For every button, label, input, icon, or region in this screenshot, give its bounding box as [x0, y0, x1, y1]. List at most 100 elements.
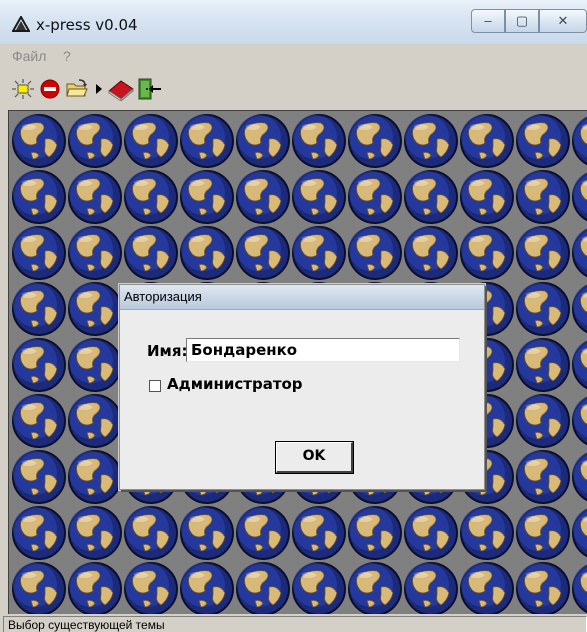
globe-icon [348, 114, 402, 168]
globe-icon [12, 226, 66, 280]
sun-icon[interactable] [12, 79, 34, 99]
globe-icon [124, 562, 178, 615]
globe-icon [12, 338, 66, 392]
globe-icon [516, 338, 570, 392]
globe-icon [68, 338, 122, 392]
globe-icon [516, 562, 570, 615]
globe-icon [516, 170, 570, 224]
globe-icon [68, 506, 122, 560]
dialog-title: Авторизация [124, 289, 202, 304]
globe-icon [12, 562, 66, 615]
globe-icon [180, 506, 234, 560]
globe-icon [348, 170, 402, 224]
dialog-body: Имя: Бондаренко Администратор OK [120, 310, 484, 489]
stop-icon[interactable] [40, 79, 60, 99]
globe-icon [12, 394, 66, 448]
status-bar: Выбор существующей темы [0, 614, 587, 632]
menu-help[interactable]: ? [63, 48, 71, 64]
globe-icon [516, 506, 570, 560]
globe-icon [292, 562, 346, 615]
globe-icon [236, 170, 290, 224]
toolbar [0, 68, 587, 108]
globe-icon [180, 114, 234, 168]
close-button[interactable]: ✕ [539, 9, 587, 33]
arrow-right-icon[interactable] [95, 84, 103, 94]
globe-icon [68, 562, 122, 615]
globe-icon [572, 116, 587, 166]
globe-icon [180, 226, 234, 280]
globe-icon [348, 506, 402, 560]
globe-icon [292, 170, 346, 224]
login-dialog: Авторизация Имя: Бондаренко Администрато… [119, 284, 485, 490]
globe-icon [572, 284, 587, 334]
dialog-title-bar: Авторизация [120, 285, 484, 310]
globe-icon [180, 170, 234, 224]
menu-file[interactable]: Файл [12, 48, 46, 64]
globe-icon [404, 506, 458, 560]
globe-icon [68, 170, 122, 224]
ok-button[interactable]: OK [275, 441, 354, 474]
book-icon[interactable] [107, 77, 135, 101]
globe-icon [292, 506, 346, 560]
status-panel: Выбор существующей темы [3, 616, 587, 632]
title-bar: x-press v0.04 – ▢ ✕ [0, 0, 587, 45]
globe-icon [348, 226, 402, 280]
globe-icon [460, 226, 514, 280]
globe-icon [180, 562, 234, 615]
globe-icon [460, 170, 514, 224]
globe-icon [124, 170, 178, 224]
globe-icon [460, 506, 514, 560]
app-triangle-icon [12, 16, 30, 32]
globe-icon [460, 562, 514, 615]
globe-icon [236, 562, 290, 615]
globe-icon [292, 114, 346, 168]
admin-checkbox[interactable] [149, 380, 161, 392]
globe-icon [236, 114, 290, 168]
globe-icon [516, 450, 570, 504]
minimize-icon: – [484, 13, 492, 28]
globe-icon [516, 114, 570, 168]
menu-bar: Файл ? [0, 44, 587, 68]
minimize-button[interactable]: – [471, 9, 505, 33]
globe-icon [572, 508, 587, 558]
globe-icon [572, 564, 587, 614]
globe-icon [572, 228, 587, 278]
globe-icon [124, 226, 178, 280]
globe-icon [12, 114, 66, 168]
globe-icon [516, 282, 570, 336]
globe-icon [292, 226, 346, 280]
globe-icon [572, 172, 587, 222]
globe-icon [12, 506, 66, 560]
globe-icon [124, 114, 178, 168]
exit-door-icon[interactable] [136, 77, 162, 101]
globe-icon [404, 170, 458, 224]
maximize-icon: ▢ [515, 13, 529, 28]
globe-icon [12, 282, 66, 336]
status-text: Выбор существующей темы [8, 618, 165, 632]
globe-icon [236, 226, 290, 280]
globe-icon [516, 226, 570, 280]
open-folder-icon[interactable] [66, 79, 88, 99]
globe-icon [404, 226, 458, 280]
globe-icon [572, 340, 587, 390]
globe-icon [572, 396, 587, 446]
close-icon: ✕ [557, 13, 569, 28]
globe-icon [68, 394, 122, 448]
admin-label[interactable]: Администратор [167, 375, 303, 393]
globe-icon [460, 114, 514, 168]
globe-icon [68, 450, 122, 504]
globe-icon [68, 226, 122, 280]
globe-icon [12, 450, 66, 504]
globe-icon [404, 562, 458, 615]
name-input[interactable]: Бондаренко [186, 338, 460, 362]
globe-icon [348, 562, 402, 615]
maximize-button[interactable]: ▢ [505, 9, 539, 33]
window-title: x-press v0.04 [36, 16, 138, 34]
globe-icon [236, 506, 290, 560]
globe-icon [516, 394, 570, 448]
globe-icon [68, 114, 122, 168]
globe-icon [572, 452, 587, 502]
globe-icon [68, 282, 122, 336]
globe-icon [404, 114, 458, 168]
globe-icon [12, 170, 66, 224]
